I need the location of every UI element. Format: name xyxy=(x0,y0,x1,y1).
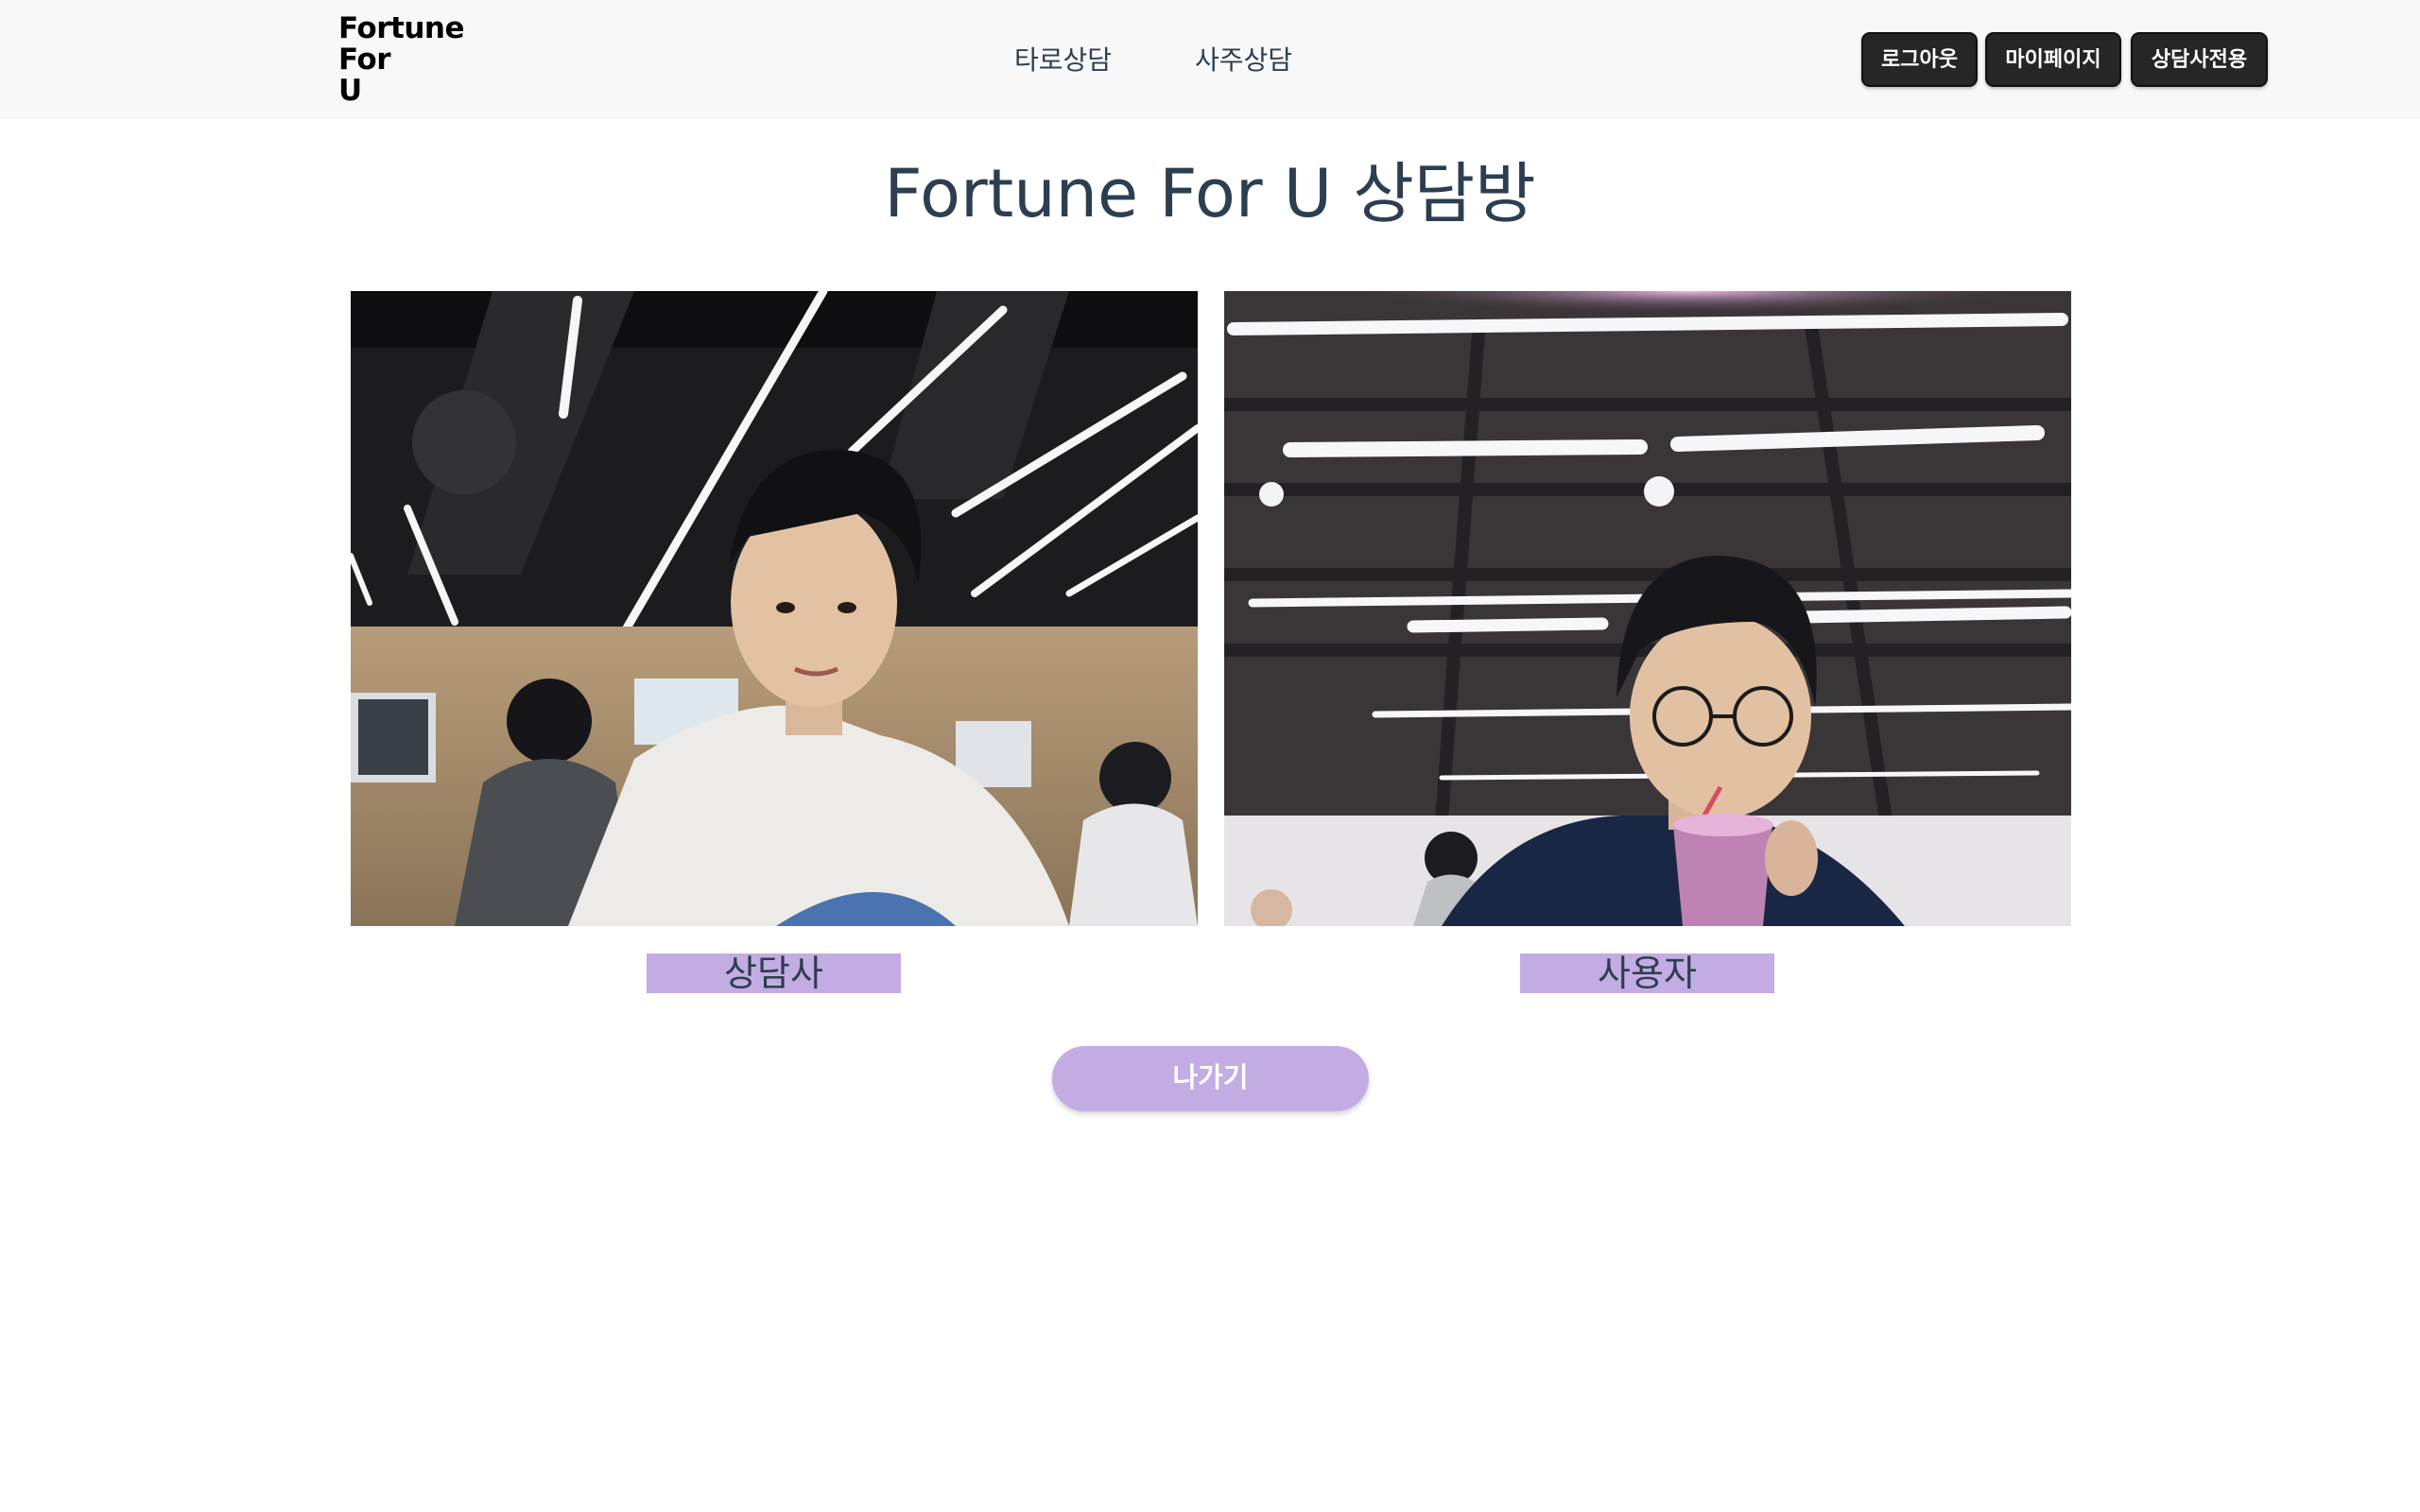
leave-room-button[interactable]: 나가기 xyxy=(1052,1046,1369,1111)
mypage-button[interactable]: 마이페이지 xyxy=(1985,32,2121,87)
logo-line-3: U xyxy=(338,74,362,108)
logo-line-1: Fortune xyxy=(338,11,465,45)
counselor-video xyxy=(351,291,1198,926)
counselor-label: 상담사 xyxy=(647,954,901,993)
counselor-webcam-image xyxy=(351,291,1198,926)
nav-tarot-counseling[interactable]: 타로상담 xyxy=(1014,42,1112,79)
site-logo[interactable]: Fortune For U xyxy=(338,11,465,108)
logout-button[interactable]: 로그아웃 xyxy=(1861,32,1978,87)
user-webcam-image xyxy=(1224,291,2071,926)
logo-line-2: For xyxy=(338,43,391,77)
user-video xyxy=(1224,291,2071,926)
page-title: Fortune For U 상담방 xyxy=(884,155,1536,232)
nav-saju-counseling[interactable]: 사주상담 xyxy=(1195,42,1292,79)
counselor-only-button[interactable]: 상담사전용 xyxy=(2131,32,2268,87)
top-navigation-bar: Fortune For U 타로상담 사주상담 로그아웃 마이페이지 상담사전용 xyxy=(0,0,2420,119)
user-label: 사용자 xyxy=(1520,954,1774,993)
